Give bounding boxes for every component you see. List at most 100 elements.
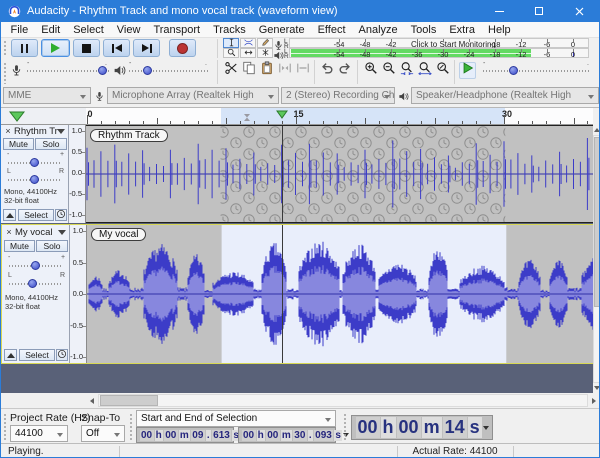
track-rhythm-waveform[interactable]: Rhythm Track	[86, 125, 593, 223]
record-button[interactable]	[169, 39, 196, 57]
gain-slider-thumb[interactable]	[30, 158, 39, 167]
scroll-down-button[interactable]	[593, 383, 600, 393]
silence-selection-button[interactable]	[294, 62, 311, 79]
zoom-out-button[interactable]	[380, 62, 397, 79]
menu-transport[interactable]: Transport	[147, 24, 207, 36]
track-menu-dropdown-icon[interactable]	[57, 129, 65, 134]
gain-slider-thumb[interactable]	[31, 261, 40, 270]
sync-lock-button[interactable]	[55, 209, 67, 221]
menu-tools[interactable]: Tools	[404, 24, 443, 36]
playhead-triangle-icon[interactable]	[276, 110, 288, 119]
skip-to-start-button[interactable]	[103, 39, 130, 57]
fit-project-button[interactable]	[416, 62, 433, 79]
position-toolbar-grip[interactable]	[343, 413, 347, 440]
copy-button[interactable]	[240, 62, 257, 79]
fit-selection-button[interactable]	[398, 62, 415, 79]
multi-tool-button[interactable]	[257, 48, 273, 58]
ruler-tick	[476, 121, 477, 124]
solo-button[interactable]: Solo	[36, 240, 68, 252]
menu-edit[interactable]: Edit	[35, 24, 67, 36]
maximize-button[interactable]	[519, 0, 559, 22]
ruler-tick	[226, 118, 227, 124]
snap-to-select[interactable]: Off	[81, 425, 125, 442]
chevron-down-icon	[57, 433, 63, 437]
track-title[interactable]: Rhythm Trac	[14, 126, 58, 137]
scroll-up-button[interactable]	[593, 125, 600, 135]
menu-effect[interactable]: Effect	[311, 24, 352, 36]
pan-slider-thumb[interactable]	[30, 175, 39, 184]
solo-button[interactable]: Solo	[35, 138, 67, 150]
zoom-toggle-button[interactable]	[434, 62, 451, 79]
transport-toolbar-grip[interactable]	[3, 40, 7, 56]
pause-button[interactable]	[11, 39, 38, 57]
trim-outside-button[interactable]	[276, 62, 293, 79]
menu-file[interactable]: File	[4, 24, 35, 36]
menu-select[interactable]: Select	[67, 24, 111, 36]
time-toolbar-grip[interactable]	[129, 413, 133, 440]
zoom-tool-button[interactable]	[223, 48, 239, 58]
timeline-pin-area[interactable]	[1, 108, 86, 125]
audio-host-select[interactable]: MME	[3, 87, 91, 104]
mixer-toolbar-grip[interactable]	[3, 62, 7, 84]
vertical-scrollbar[interactable]	[593, 125, 600, 393]
recording-meter[interactable]: Click to Start Monitoring -54-48-42-18-1…	[289, 38, 589, 48]
recording-volume-slider[interactable]	[27, 70, 109, 72]
select-track-button[interactable]: Select	[18, 209, 54, 221]
playback-volume-slider[interactable]	[129, 70, 209, 72]
project-rate-select[interactable]: 44100	[10, 425, 68, 442]
paste-button[interactable]	[258, 62, 275, 79]
menu-analyze[interactable]: Analyze	[352, 24, 404, 36]
recording-channels-select[interactable]: 2 (Stereo) Recording Chann	[281, 87, 395, 104]
field-dropdown-icon[interactable]	[483, 426, 489, 430]
track-menu-dropdown-icon[interactable]	[58, 230, 66, 235]
timeline-pin-icon[interactable]	[9, 111, 25, 122]
menu-help[interactable]: Help	[482, 24, 518, 36]
pan-slider-thumb[interactable]	[28, 279, 37, 288]
redo-button[interactable]	[336, 62, 353, 79]
menu-view[interactable]: View	[110, 24, 147, 36]
close-button[interactable]	[559, 0, 599, 22]
playback-device-select[interactable]: Speaker/Headphone (Realtek High	[411, 87, 599, 104]
track-close-button[interactable]: ×	[3, 126, 13, 136]
track-close-button[interactable]: ×	[4, 227, 14, 237]
selection-mode-select[interactable]: Start and End of Selection	[136, 410, 336, 427]
cut-button[interactable]	[222, 62, 239, 79]
selection-end-field[interactable]: 00h00m30.093s	[238, 427, 336, 443]
timeline-ruler[interactable]: 01530	[86, 108, 593, 125]
selection-start-field[interactable]: 00h00m09.613s	[136, 427, 234, 443]
collapse-track-button[interactable]	[3, 209, 16, 221]
play-at-speed-button[interactable]	[459, 62, 476, 79]
skip-to-end-button[interactable]	[133, 39, 160, 57]
play-speed-slider[interactable]	[483, 70, 591, 72]
recording-volume-thumb[interactable]	[98, 66, 107, 75]
track-rhythm-vertical-ruler[interactable]: 1.00.50.0-0.5-1.0	[69, 125, 86, 223]
undo-button[interactable]	[318, 62, 335, 79]
stop-button[interactable]	[73, 39, 100, 57]
timeshift-tool-button[interactable]	[240, 48, 256, 58]
minimize-button[interactable]	[479, 0, 519, 22]
play-button[interactable]	[41, 39, 70, 57]
track-vocal-waveform[interactable]: My vocal	[87, 225, 594, 363]
vertical-scroll-thumb[interactable]	[594, 137, 600, 307]
playback-meter[interactable]: -54-48-42-36-30-24-18-12-60	[289, 48, 589, 58]
track-vocal-vertical-ruler[interactable]: 1.00.50.0-0.5-1.0	[70, 225, 87, 363]
scroll-left-button[interactable]	[86, 394, 98, 407]
track-title[interactable]: My vocal	[15, 227, 59, 238]
horizontal-scrollbar[interactable]	[1, 393, 600, 408]
recording-device-select[interactable]: Microphone Array (Realtek High	[107, 87, 279, 104]
horizontal-scroll-thumb[interactable]	[100, 395, 158, 406]
collapse-track-button[interactable]	[4, 349, 17, 361]
audio-position-field[interactable]: 00h00m14s	[351, 415, 493, 440]
horizontal-scroll-track[interactable]	[98, 394, 588, 407]
select-track-button[interactable]: Select	[19, 349, 55, 361]
play-speed-thumb[interactable]	[509, 66, 518, 75]
zoom-in-button[interactable]	[362, 62, 379, 79]
menu-extra[interactable]: Extra	[443, 24, 482, 36]
mute-button[interactable]: Mute	[3, 138, 34, 150]
playback-volume-thumb[interactable]	[143, 66, 152, 75]
mute-button[interactable]: Mute	[4, 240, 35, 252]
sync-lock-button[interactable]	[56, 349, 68, 361]
selection-toolbar-grip[interactable]	[3, 413, 7, 440]
scroll-right-button[interactable]	[588, 394, 600, 407]
play-meter-speaker-icon[interactable]	[273, 48, 284, 59]
